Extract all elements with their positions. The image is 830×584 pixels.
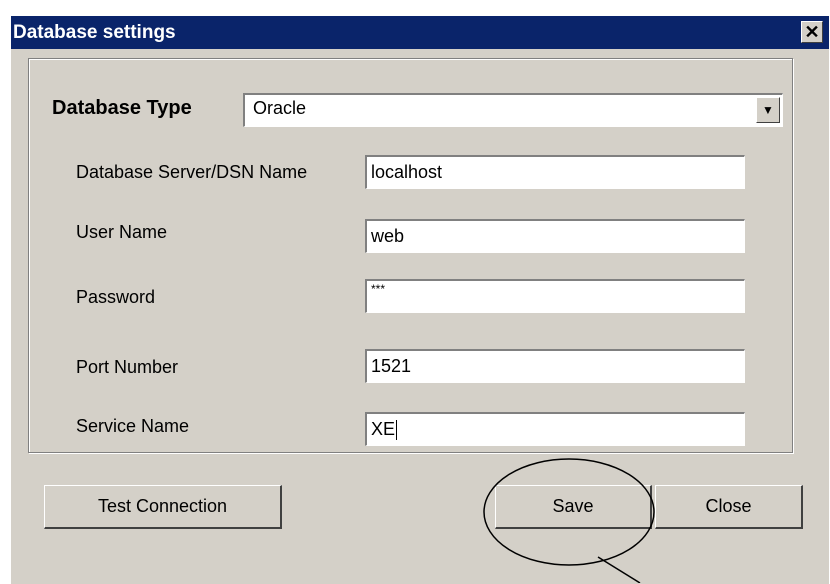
save-button[interactable]: Save (495, 485, 652, 529)
password-input[interactable]: *** (365, 279, 745, 313)
password-label: Password (76, 287, 156, 307)
text-cursor (396, 420, 398, 441)
database-type-label: Database Type (52, 97, 192, 119)
service-name-label: Service Name (76, 416, 190, 436)
service-name-input[interactable]: XE (365, 412, 745, 446)
window-title: Database settings (13, 22, 176, 43)
username-label: User Name (76, 222, 168, 242)
chevron-down-icon[interactable]: ▼ (756, 97, 780, 123)
close-icon[interactable]: ✕ (801, 21, 823, 43)
database-type-value: Oracle (253, 98, 307, 118)
test-connection-button[interactable]: Test Connection (44, 485, 282, 529)
server-input[interactable]: localhost (365, 155, 745, 189)
service-name-value: XE (371, 419, 396, 439)
port-label: Port Number (76, 357, 179, 377)
title-bar[interactable]: Database settings ✕ (11, 16, 829, 49)
username-input[interactable]: web (365, 219, 745, 253)
database-type-select[interactable]: Oracle ▼ (243, 93, 783, 127)
port-input[interactable]: 1521 (365, 349, 745, 383)
close-button[interactable]: Close (655, 485, 803, 529)
server-label: Database Server/DSN Name (76, 162, 308, 182)
